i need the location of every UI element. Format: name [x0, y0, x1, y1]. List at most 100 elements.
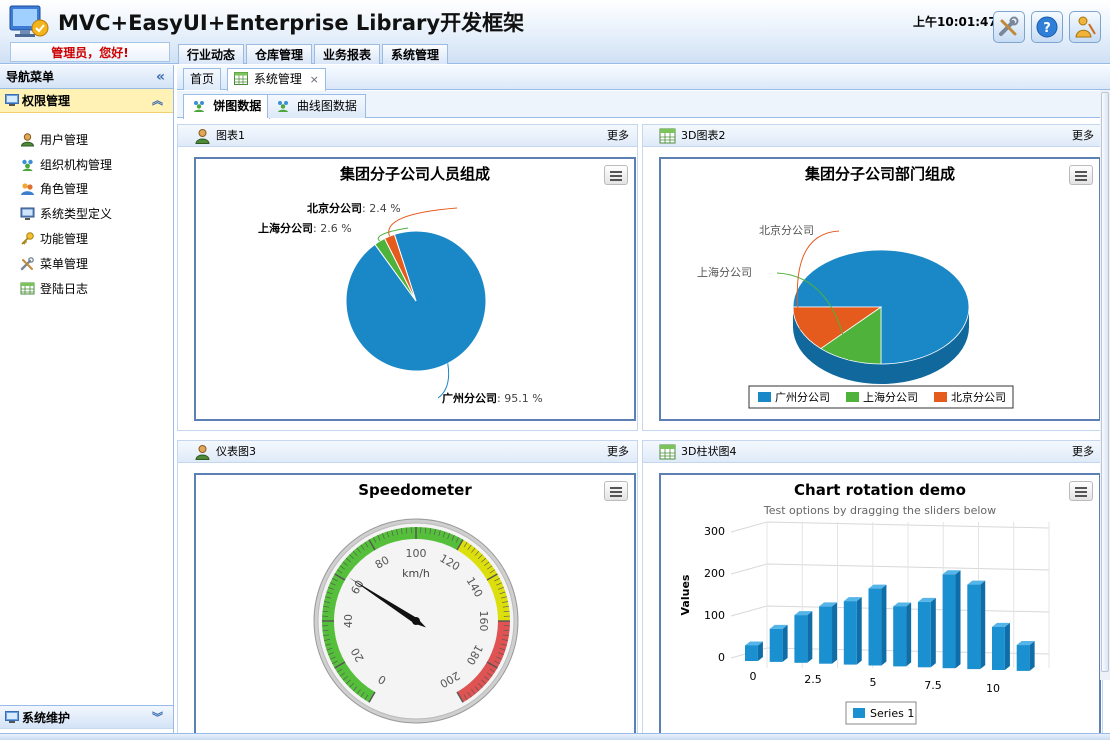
- panel-header: 3D图表2 更多: [643, 125, 1102, 147]
- tab-curve-data[interactable]: 曲线图数据: [267, 94, 366, 118]
- sidebar-item-menus[interactable]: 菜单管理: [0, 251, 173, 276]
- help-icon: ?: [1036, 16, 1058, 38]
- gauge-tick-label: 40: [342, 614, 355, 628]
- data-label: 广州分公司: 95.1 %: [442, 391, 543, 405]
- chart-legend: Series 1: [845, 701, 917, 725]
- bar-front: [868, 588, 882, 666]
- y-axis-label: Values: [679, 574, 692, 615]
- tab-system-management-label: 系统管理: [253, 72, 302, 86]
- panel-header: 仪表图3 更多: [178, 441, 637, 463]
- data-label-name: 广州分公司: [442, 391, 497, 405]
- bar-side: [807, 611, 813, 663]
- sidebar: 导航菜单 « 权限管理 ︽ 用户管理 组织机构管理 角色管理 系统类型定义 功能…: [0, 65, 174, 733]
- bar-side: [1029, 641, 1035, 671]
- legend-swatch: [758, 392, 771, 402]
- bar-side: [906, 602, 912, 667]
- bar: [893, 602, 912, 667]
- permission-menu: 用户管理 组织机构管理 角色管理 系统类型定义 功能管理 菜单管理 登陆日志: [0, 113, 173, 301]
- bar-front: [893, 606, 907, 667]
- sidebar-item-org[interactable]: 组织机构管理: [0, 152, 173, 177]
- key-icon: [21, 232, 34, 245]
- data-label-value: : 2.6 %: [313, 222, 352, 235]
- chart-menu-button[interactable]: [604, 481, 628, 501]
- svg-text:?: ?: [1043, 21, 1051, 36]
- panel-chart-2: 3D图表2 更多 集团分子公司部门组成 上海分公司 北京分公司 广州分公司 上海分公司北…: [642, 124, 1103, 431]
- chart-menu-button[interactable]: [604, 165, 628, 185]
- role-icon: [21, 183, 34, 196]
- accordion-permission[interactable]: 权限管理 ︽: [0, 89, 173, 113]
- panel-header: 3D柱状图4 更多: [643, 441, 1102, 463]
- grid-line: [730, 605, 1050, 617]
- bar-front: [917, 601, 931, 668]
- chevron-down-icon[interactable]: ︾: [152, 706, 163, 730]
- sidebar-item-label: 系统类型定义: [40, 207, 113, 222]
- double-chevron-left-icon[interactable]: «: [156, 65, 165, 89]
- data-label-value: : 2.4 %: [362, 202, 401, 215]
- y-tick-label: 0: [718, 651, 725, 664]
- dashboard-content: 图表1 更多 集团分子公司人员组成 广州分公司: 95.1 % 上海分公司: 2.6…: [177, 119, 1110, 740]
- data-label-name: 北京分公司: [307, 201, 362, 215]
- welcome-text: 管理员，您好!: [10, 42, 170, 62]
- y-tick-label: 100: [704, 609, 725, 622]
- help-button[interactable]: ?: [1031, 11, 1063, 43]
- scrollbar-thumb[interactable]: [1101, 92, 1109, 672]
- sidebar-item-users[interactable]: 用户管理: [0, 127, 173, 152]
- bar-front: [745, 645, 758, 661]
- bar-side: [980, 580, 986, 670]
- tab-home[interactable]: 首页: [183, 68, 222, 90]
- legend-swatch: [934, 392, 947, 402]
- top-menu-system[interactable]: 系统管理: [382, 44, 449, 64]
- accordion-maintenance[interactable]: 系统维护 ︾: [0, 705, 173, 729]
- bar-side: [856, 597, 862, 665]
- sidebar-item-label: 角色管理: [40, 182, 89, 197]
- bar: [769, 624, 788, 662]
- org-icon: [22, 159, 33, 171]
- bar-front: [819, 606, 833, 664]
- tab-home-label: 首页: [190, 72, 215, 86]
- top-menu-reports[interactable]: 业务报表: [314, 44, 381, 64]
- gauge-tick-label: 100: [406, 547, 427, 560]
- legend-item: Series 1: [870, 707, 914, 720]
- data-label: 上海分公司: [697, 265, 752, 279]
- chevron-up-icon[interactable]: ︽: [152, 89, 163, 113]
- tab-pie-data[interactable]: 饼图数据: [183, 94, 271, 119]
- close-icon[interactable]: ×: [310, 73, 319, 86]
- top-menu-industry[interactable]: 行业动态: [178, 44, 245, 64]
- bar-side: [955, 570, 961, 669]
- sidebar-item-system-types[interactable]: 系统类型定义: [0, 201, 173, 226]
- tab-system-management[interactable]: 系统管理 ×: [227, 68, 326, 91]
- tab-curve-data-label: 曲线图数据: [296, 99, 357, 113]
- top-menu-warehouse[interactable]: 仓库管理: [246, 44, 313, 64]
- accordion-maintenance-label: 系统维护: [22, 711, 71, 725]
- bar-front: [794, 615, 808, 663]
- table-icon: [20, 282, 35, 295]
- panel-title: 3D柱状图4: [681, 445, 737, 458]
- sidebar-item-login-log[interactable]: 登陆日志: [0, 276, 173, 301]
- grid-line: [730, 563, 1050, 575]
- tools-button[interactable]: [993, 11, 1025, 43]
- bar: [843, 597, 862, 665]
- user-icon: [20, 133, 35, 147]
- chart-menu-button[interactable]: [1069, 165, 1093, 185]
- top-menu: 行业动态 仓库管理 业务报表 系统管理: [178, 44, 449, 64]
- more-link[interactable]: 更多: [607, 125, 629, 147]
- more-link[interactable]: 更多: [607, 441, 629, 463]
- logout-button[interactable]: [1069, 11, 1101, 43]
- chart-title: Chart rotation demo: [794, 481, 966, 499]
- more-link[interactable]: 更多: [1072, 441, 1094, 463]
- sidebar-item-label: 用户管理: [40, 132, 89, 147]
- bar: [942, 570, 961, 669]
- sidebar-item-roles[interactable]: 角色管理: [0, 177, 173, 202]
- chart-menu-button[interactable]: [1069, 481, 1093, 501]
- data-label-value: : 95.1 %: [497, 392, 543, 405]
- content-scrollbar[interactable]: [1100, 90, 1110, 680]
- chart-gauge: Speedometer 0 20 40 60 80 100 120 140 160 180 200 km…: [194, 473, 636, 739]
- sidebar-item-functions[interactable]: 功能管理: [0, 226, 173, 251]
- more-link[interactable]: 更多: [1072, 125, 1094, 147]
- bar: [745, 641, 763, 661]
- x-tick-label: 0: [750, 670, 757, 683]
- legend-swatch: [853, 708, 865, 718]
- bar: [992, 622, 1010, 670]
- chart-pie: 集团分子公司人员组成 广州分公司: 95.1 % 上海分公司: 2.6 % 北京分公司…: [194, 157, 636, 421]
- org-icon: [194, 101, 204, 112]
